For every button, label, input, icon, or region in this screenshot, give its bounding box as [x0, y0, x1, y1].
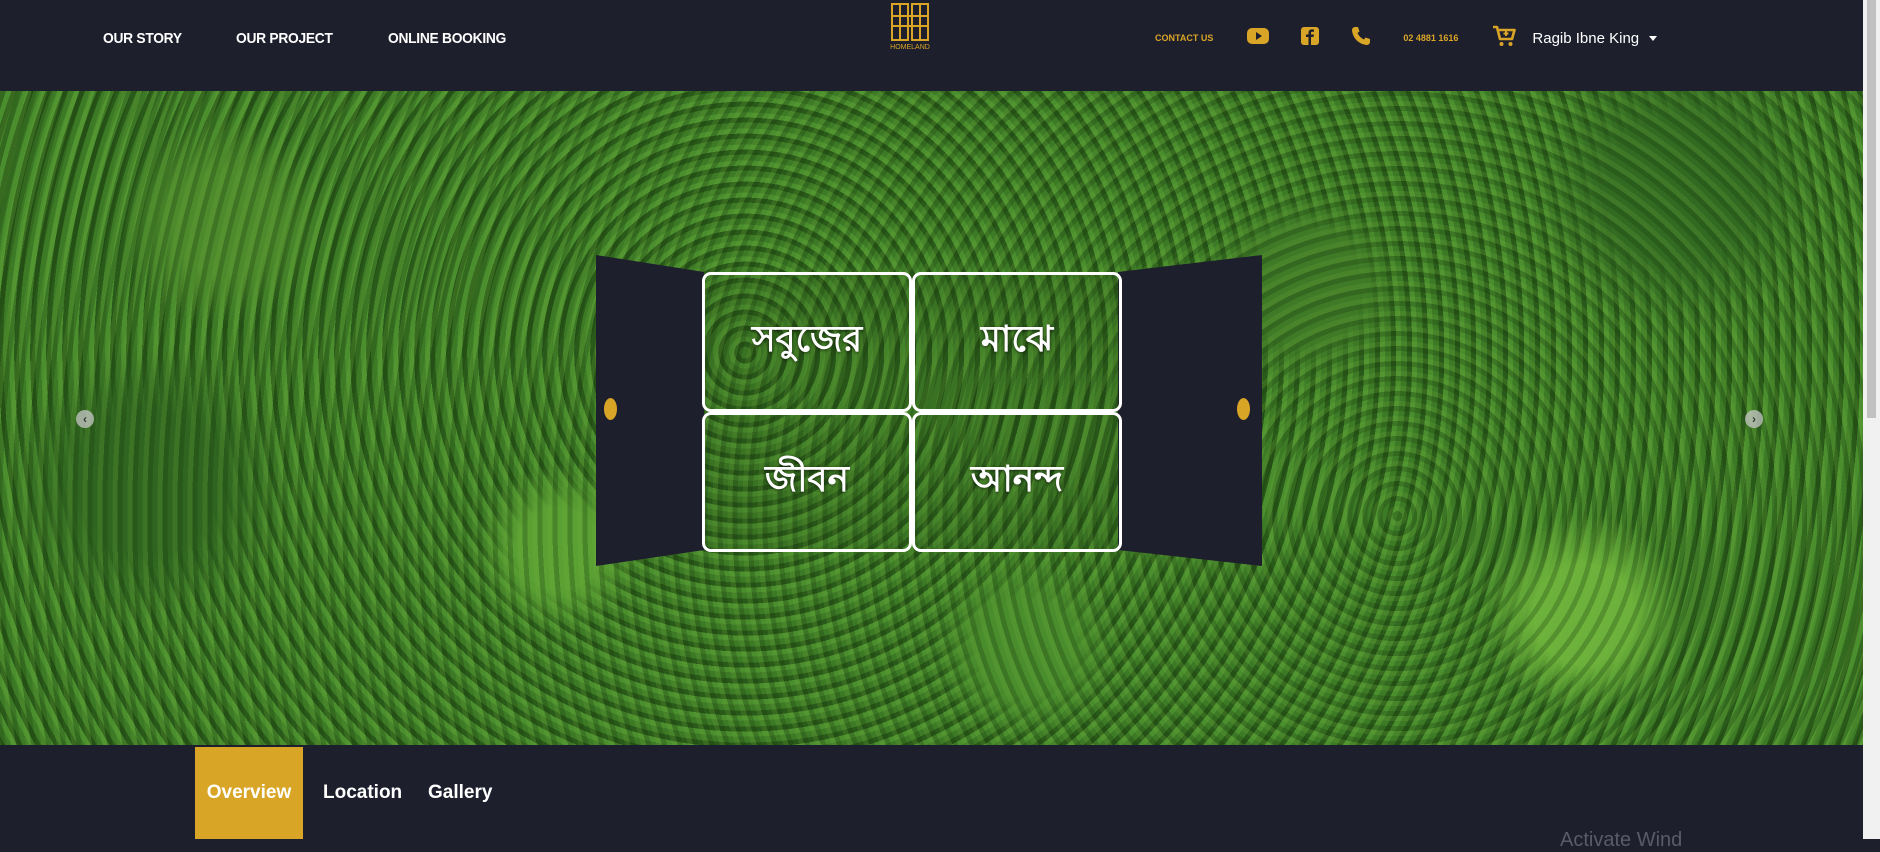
- cart-icon[interactable]: [1492, 25, 1517, 52]
- chevron-down-icon[interactable]: [1649, 35, 1658, 41]
- youtube-icon[interactable]: [1247, 27, 1270, 49]
- contact-us-link[interactable]: CONTACT US: [1155, 33, 1213, 43]
- scrollbar-thumb[interactable]: [1867, 0, 1876, 418]
- nav-our-story[interactable]: OUR STORY: [103, 30, 182, 47]
- page-scrollbar[interactable]: [1863, 0, 1880, 839]
- left-door-knob: [604, 398, 617, 420]
- tab-overview[interactable]: Overview: [195, 747, 303, 839]
- logo-text: HOMELAND: [890, 44, 930, 51]
- hero-word-4: আনন্দ: [970, 458, 1064, 500]
- homeland-logo[interactable]: HOMELAND: [888, 0, 932, 54]
- tab-gallery[interactable]: Gallery: [428, 747, 492, 839]
- phone-icon[interactable]: [1351, 26, 1371, 51]
- carousel-next-button[interactable]: ›: [1745, 410, 1763, 428]
- hero-word-3: জীবন: [764, 458, 850, 500]
- window-pane-3: জীবন: [702, 412, 912, 552]
- site-header: OUR STORY OUR PROJECT ONLINE BOOKING HOM…: [0, 0, 1863, 91]
- window-pane-4: আনন্দ: [912, 412, 1122, 552]
- header-actions: CONTACT US 02 4881 1616 Ragib Ibne King: [1155, 0, 1658, 76]
- window-pane-1: সবুজের: [702, 272, 912, 412]
- nav-our-project[interactable]: OUR PROJECT: [236, 30, 333, 47]
- user-menu-name[interactable]: Ragib Ibne King: [1532, 30, 1639, 47]
- logo-mark: [891, 3, 929, 41]
- carousel-prev-button[interactable]: ‹: [76, 410, 94, 428]
- project-tab-bar: Overview Location Gallery: [0, 745, 1863, 839]
- phone-number[interactable]: 02 4881 1616: [1403, 33, 1458, 43]
- nav-online-booking[interactable]: ONLINE BOOKING: [388, 30, 506, 47]
- hero-word-1: সবুজের: [751, 318, 863, 360]
- right-door-knob: [1237, 398, 1250, 420]
- activate-windows-watermark: Activate Wind: [1560, 829, 1683, 851]
- hero-word-2: মাঝে: [980, 318, 1054, 360]
- hero-banner: ‹ › সবুজের মাঝে জীবন আনন্দ: [0, 91, 1863, 745]
- tab-location[interactable]: Location: [323, 747, 402, 839]
- main-nav: OUR STORY OUR PROJECT ONLINE BOOKING: [103, 0, 563, 76]
- window-pane-2: মাঝে: [912, 272, 1122, 412]
- facebook-icon[interactable]: [1301, 26, 1320, 50]
